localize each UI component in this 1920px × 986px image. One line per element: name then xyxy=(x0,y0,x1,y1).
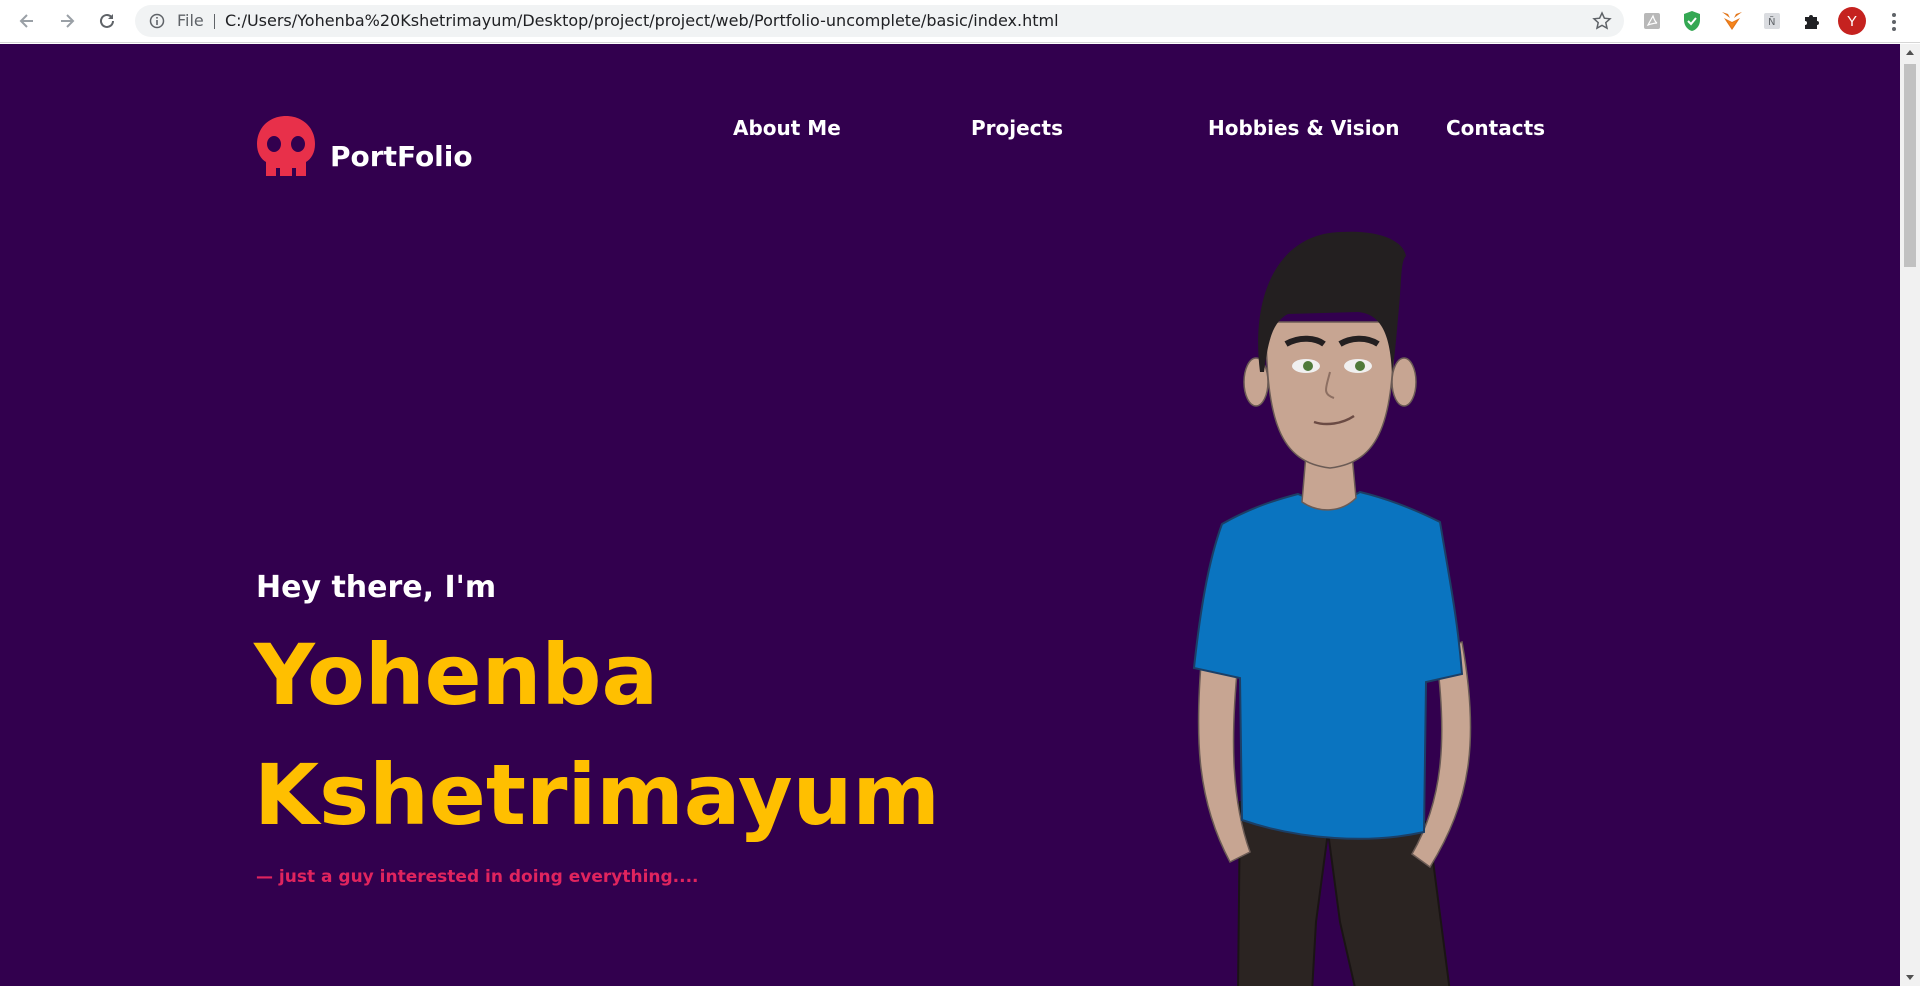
puzzle-extensions-icon[interactable] xyxy=(1800,9,1824,33)
nav-hobbies-vision[interactable]: Hobbies & Vision xyxy=(1208,116,1400,140)
back-button[interactable] xyxy=(14,8,40,34)
hero-greeting: Hey there, I'm xyxy=(256,570,497,605)
translate-extension-icon[interactable]: Ñ xyxy=(1760,9,1784,33)
browser-toolbar: File C:/Users/Yohenba%20Kshetrimayum/Des… xyxy=(0,0,1920,43)
address-separator xyxy=(214,14,215,29)
scroll-up-arrow-icon[interactable] xyxy=(1906,50,1914,55)
profile-avatar[interactable]: Y xyxy=(1838,7,1866,35)
address-bar[interactable]: File C:/Users/Yohenba%20Kshetrimayum/Des… xyxy=(135,5,1624,37)
page-scrollbar[interactable] xyxy=(1900,44,1920,986)
logo-text[interactable]: PortFolio xyxy=(330,140,473,173)
pdf-extension-icon[interactable] xyxy=(1640,9,1664,33)
metamask-fox-icon[interactable] xyxy=(1720,9,1744,33)
hero-first-name: Yohenba xyxy=(254,626,659,724)
forward-arrow-icon xyxy=(61,14,75,28)
back-arrow-icon xyxy=(19,14,33,28)
info-icon[interactable] xyxy=(149,13,165,29)
page-viewport: PortFolio About Me Projects Hobbies & Vi… xyxy=(0,44,1900,986)
scroll-down-arrow-icon[interactable] xyxy=(1906,975,1914,980)
character-illustration xyxy=(1192,231,1472,986)
hero-last-name: Kshetrimayum xyxy=(254,746,940,844)
shield-extension-icon[interactable] xyxy=(1680,9,1704,33)
svg-text:Ñ: Ñ xyxy=(1768,15,1775,28)
url-text[interactable]: C:/Users/Yohenba%20Kshetrimayum/Desktop/… xyxy=(225,11,1059,30)
skull-icon xyxy=(257,116,315,176)
nav-contacts[interactable]: Contacts xyxy=(1446,116,1545,140)
site-logo[interactable] xyxy=(255,114,317,178)
hero-tagline: — just a guy interested in doing everyth… xyxy=(256,867,699,887)
nav-about-me[interactable]: About Me xyxy=(733,116,841,140)
forward-button[interactable] xyxy=(54,8,80,34)
browser-menu-icon[interactable] xyxy=(1884,9,1904,35)
scheme-label: File xyxy=(177,11,204,30)
reload-button[interactable] xyxy=(94,8,120,34)
scrollbar-thumb[interactable] xyxy=(1904,64,1916,267)
reload-icon xyxy=(100,13,114,28)
bookmark-star-icon[interactable] xyxy=(1592,11,1612,31)
nav-projects[interactable]: Projects xyxy=(971,116,1063,140)
